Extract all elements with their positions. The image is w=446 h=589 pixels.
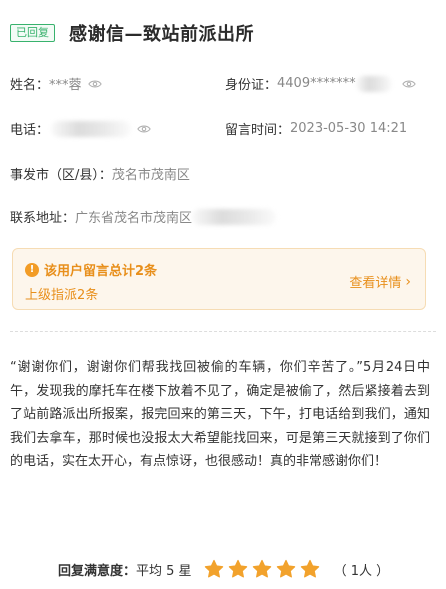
id-label: 身份证： <box>225 78 278 93</box>
phone-label: 电话： <box>10 123 50 138</box>
district-value: 茂名市茂南区 <box>111 168 190 183</box>
notice-total-text: 该用户留言总计2条 <box>44 264 158 279</box>
status-badge: 已回复 <box>10 24 55 42</box>
view-details-link[interactable]: 查看详情 › <box>349 272 411 292</box>
message-count-notice: ! 该用户留言总计2条 上级指派2条 查看详情 › <box>12 248 426 310</box>
time-value: 2023-05-30 14:21 <box>290 121 408 136</box>
star-icon <box>276 559 295 578</box>
rating-label: 回复满意度： <box>58 563 137 579</box>
id-redaction <box>355 75 392 92</box>
phone-row: 电话： <box>10 119 151 138</box>
address-redaction <box>192 208 277 225</box>
view-details-label[interactable]: 查看详情 <box>349 272 401 291</box>
name-row: 姓名： ***蓉 <box>10 74 102 93</box>
name-label: 姓名： <box>10 78 50 93</box>
eye-icon[interactable] <box>401 79 416 89</box>
id-value: 4409******* <box>277 76 356 91</box>
address-row: 联系地址： 广东省茂名市茂南区 <box>10 207 277 226</box>
time-label: 留言时间： <box>225 123 291 138</box>
time-row: 留言时间： 2023-05-30 14:21 <box>225 119 407 138</box>
star-icon <box>252 559 271 578</box>
notice-assigned-text: 上级指派2条 <box>25 288 99 303</box>
district-label: 事发市（区/县）： <box>10 168 112 183</box>
eye-icon[interactable] <box>137 124 151 134</box>
address-label: 联系地址： <box>10 211 76 226</box>
star-icon <box>228 559 247 578</box>
divider <box>10 331 436 332</box>
chevron-right-icon: › <box>405 273 411 290</box>
rating-average: 平均 5 星 <box>136 563 192 579</box>
address-value: 广东省茂名市茂南区 <box>75 211 193 226</box>
name-value: ***蓉 <box>49 78 82 93</box>
phone-redaction <box>51 120 132 137</box>
star-icon <box>204 559 223 578</box>
rating-stars <box>204 559 324 579</box>
district-row: 事发市（区/县）： 茂名市茂南区 <box>10 164 190 183</box>
star-icon <box>300 559 319 578</box>
letter-header: 已回复 感谢信—致站前派出所 <box>10 20 254 46</box>
eye-icon[interactable] <box>87 79 102 89</box>
info-icon: ! <box>25 262 39 277</box>
id-row: 身份证： 4409******* <box>225 74 416 93</box>
satisfaction-rating: 回复满意度： 平均 5 星 （ 1人 ） <box>58 559 389 579</box>
message-body: “谢谢你们，谢谢你们帮我找回被偷的车辆，你们辛苦了。”5月24日中午，发现我的摩… <box>10 360 430 469</box>
page-title: 感谢信—致站前派出所 <box>69 24 254 45</box>
notice-total: ! 该用户留言总计2条 <box>25 260 157 279</box>
rating-count: （ 1人 ） <box>333 563 390 579</box>
